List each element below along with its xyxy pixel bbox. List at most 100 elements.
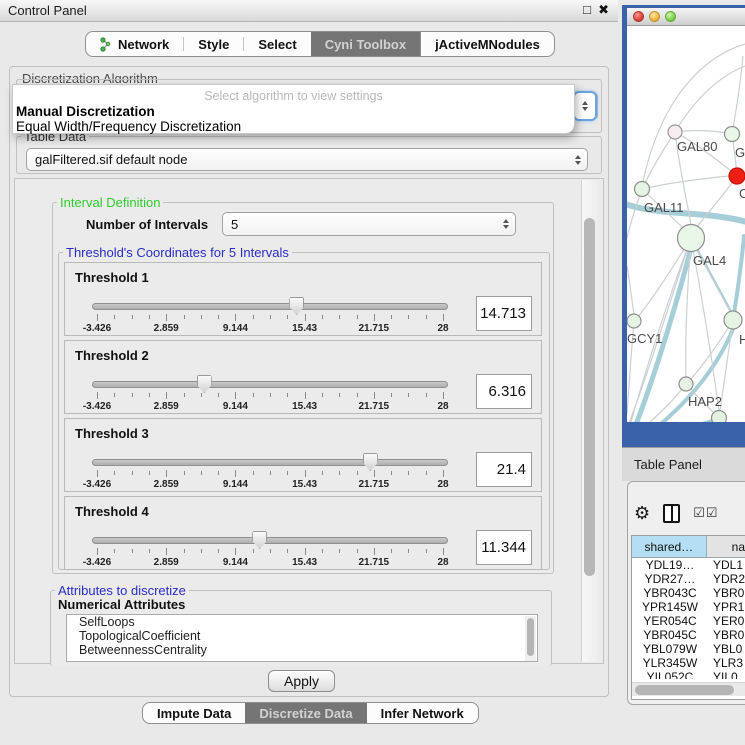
apply-button[interactable]: Apply — [268, 670, 335, 692]
algorithm-combobox-stepper[interactable] — [573, 91, 597, 121]
tick-mark — [132, 315, 133, 319]
threshold-1-label: Threshold 1 — [75, 270, 149, 285]
column-header-name[interactable]: na — [707, 536, 745, 557]
column-header-shared-name[interactable]: shared… — [632, 536, 707, 557]
algorithm-option-manual-discretization[interactable]: Manual Discretization — [16, 104, 155, 119]
threshold-3-value-field[interactable]: 21.4 — [476, 452, 532, 487]
cell-shared-name[interactable]: YLR345W — [632, 656, 708, 670]
number-of-intervals-combobox[interactable]: 5 — [222, 212, 516, 236]
tick-mark — [305, 392, 306, 399]
zoom-traffic-light-icon[interactable] — [665, 11, 676, 22]
network-node-gal11[interactable] — [635, 182, 650, 197]
attribute-list-item[interactable]: SelfLoops — [67, 615, 537, 629]
tick-mark — [235, 548, 236, 555]
tick-mark — [357, 549, 358, 553]
slider-track[interactable] — [92, 381, 448, 388]
network-node-hap2[interactable] — [679, 377, 693, 391]
close-window-icon[interactable]: ✖ — [598, 2, 609, 18]
cell-shared-name[interactable]: YBR045C — [632, 628, 708, 642]
table-row[interactable]: YLR345WYLR3 — [632, 656, 745, 670]
threshold-1-value-field[interactable]: 14.713 — [476, 296, 532, 331]
table-row[interactable]: YDL19…YDL1 — [632, 558, 745, 572]
slider-thumb[interactable] — [289, 297, 304, 315]
table-row[interactable]: YER054CYER0 — [632, 614, 745, 628]
gear-icon[interactable]: ⚙ — [634, 504, 650, 522]
attributes-scrollbar-track[interactable] — [525, 616, 536, 662]
tick-mark — [391, 471, 392, 475]
network-node-h[interactable] — [724, 311, 742, 329]
cell-name[interactable]: YDR2 — [708, 572, 745, 586]
minimize-traffic-light-icon[interactable] — [649, 11, 660, 22]
cell-name[interactable]: YPR1 — [708, 600, 745, 614]
checked-box-icons[interactable]: ☑☑ — [693, 505, 718, 521]
tick-label: -3.426 — [83, 479, 111, 490]
close-traffic-light-icon[interactable] — [633, 11, 644, 22]
tab-network[interactable]: Network — [86, 32, 183, 56]
tab-cyni-toolbox[interactable]: Cyni Toolbox — [311, 32, 420, 56]
network-view-canvas[interactable]: GAL80GACGAL11GAL4GCY1HHAP2 — [627, 26, 745, 422]
tab-impute-data[interactable]: Impute Data — [143, 703, 245, 723]
network-node-ga[interactable] — [725, 127, 740, 142]
table-row[interactable]: YBR045CYBR0 — [632, 628, 745, 642]
slider-track[interactable] — [92, 303, 448, 310]
network-node-gal80[interactable] — [668, 125, 682, 139]
cell-shared-name[interactable]: YBR043C — [632, 586, 708, 600]
cell-shared-name[interactable]: YPR145W — [632, 600, 708, 614]
table-row[interactable]: YIL052CYIL0 — [632, 670, 745, 679]
split-columns-icon[interactable] — [663, 504, 680, 523]
table-row[interactable]: YBL079WYBL0 — [632, 642, 745, 656]
cell-shared-name[interactable]: YER054C — [632, 614, 708, 628]
cell-shared-name[interactable]: YDL19… — [632, 558, 708, 572]
threshold-4-value-field[interactable]: 11.344 — [476, 530, 532, 565]
network-node-gal4[interactable] — [678, 225, 705, 252]
app-screenshot: { "window": { "title": "Control Panel" }… — [0, 0, 745, 745]
tab-discretize-data-label: Discretize Data — [259, 706, 352, 721]
slider-thumb[interactable] — [197, 375, 212, 393]
settings-scrollbar-thumb[interactable] — [584, 218, 595, 576]
table-data-combobox[interactable]: galFiltered.sif default node — [26, 148, 588, 171]
tab-cyni-toolbox-label: Cyni Toolbox — [325, 37, 406, 52]
numerical-attributes-list[interactable]: SelfLoops TopologicalCoefficient Between… — [66, 614, 538, 662]
tick-mark — [218, 315, 219, 319]
tab-discretize-data[interactable]: Discretize Data — [245, 703, 366, 723]
cell-name[interactable]: YBR0 — [708, 628, 745, 642]
slider-thumb[interactable] — [363, 453, 378, 471]
table-row[interactable]: YDR27…YDR2 — [632, 572, 745, 586]
tick-label: -3.426 — [83, 323, 111, 334]
tab-jactivemnodules[interactable]: jActiveMNodules — [420, 32, 554, 56]
attribute-list-item[interactable]: TopologicalCoefficient — [67, 629, 537, 643]
slider-thumb[interactable] — [252, 531, 267, 549]
attribute-list-item[interactable]: BetweennessCentrality — [67, 643, 537, 657]
network-node-c[interactable] — [729, 168, 745, 184]
cell-shared-name[interactable]: YDR27… — [632, 572, 708, 586]
threshold-1-slider[interactable]: -3.4262.8599.14415.4321.71528 — [92, 300, 448, 336]
tab-style[interactable]: Style — [184, 32, 243, 56]
cell-name[interactable]: YDL1 — [708, 558, 745, 572]
cell-name[interactable]: YER0 — [708, 614, 745, 628]
network-node-gcy1[interactable] — [627, 314, 641, 328]
cell-name[interactable]: YBR0 — [708, 586, 745, 600]
tab-select[interactable]: Select — [244, 32, 310, 56]
attributes-scrollbar-thumb[interactable] — [527, 618, 534, 656]
threshold-2-value-field[interactable]: 6.316 — [476, 374, 532, 409]
cell-name[interactable]: YBL0 — [708, 642, 745, 656]
algorithm-option-equal-width-frequency[interactable]: Equal Width/Frequency Discretization — [16, 119, 241, 134]
threshold-2-slider[interactable]: -3.4262.8599.14415.4321.71528 — [92, 378, 448, 414]
threshold-4-slider[interactable]: -3.4262.8599.14415.4321.71528 — [92, 534, 448, 570]
cell-name[interactable]: YLR3 — [708, 656, 745, 670]
table-hscrollbar-track[interactable] — [632, 682, 745, 696]
cell-shared-name[interactable]: YIL052C — [632, 670, 708, 679]
network-node[interactable] — [712, 411, 727, 423]
slider-track[interactable] — [92, 537, 448, 544]
table-row[interactable]: YBR043CYBR0 — [632, 586, 745, 600]
tab-infer-network[interactable]: Infer Network — [367, 703, 478, 723]
tick-mark — [270, 393, 271, 397]
slider-track[interactable] — [92, 459, 448, 466]
table-row[interactable]: YPR145WYPR1 — [632, 600, 745, 614]
cell-shared-name[interactable]: YBL079W — [632, 642, 708, 656]
tick-mark — [166, 392, 167, 399]
cell-name[interactable]: YIL0 — [708, 670, 745, 679]
threshold-3-slider[interactable]: -3.4262.8599.14415.4321.71528 — [92, 456, 448, 492]
table-hscrollbar-thumb[interactable] — [635, 685, 734, 695]
float-window-icon[interactable]: □ — [583, 2, 591, 17]
